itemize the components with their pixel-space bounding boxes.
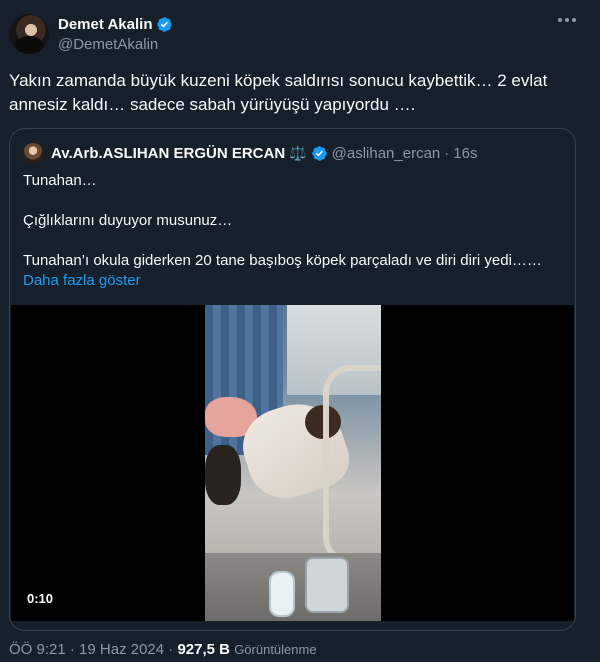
bottle	[269, 571, 295, 617]
tweet-footer: ÖÖ 9:21 · 19 Haz 2024 · 927,5 B Görüntül…	[9, 641, 317, 658]
show-more-link[interactable]: Daha fazla göster	[23, 271, 563, 291]
quoted-author-handle[interactable]: @aslihan_ercan	[332, 145, 441, 162]
video-frame	[205, 305, 381, 621]
quoted-text: Tunahan… Çığlıklarını duyuyor musunuz… T…	[23, 171, 563, 291]
scales-emoji-icon: ⚖️	[289, 144, 307, 161]
quoted-text-line: Tunahan’ı okula giderken 20 tane başıboş…	[23, 252, 542, 269]
verified-badge-icon	[157, 16, 173, 32]
dot-separator: ·	[168, 641, 174, 658]
verified-badge-icon	[311, 145, 327, 161]
quoted-tweet[interactable]: Av.Arb.ASLIHAN ERGÜN ERCAN ⚖️ @aslihan_e…	[9, 128, 576, 631]
more-horizontal-icon[interactable]	[558, 18, 576, 22]
quoted-time[interactable]: 16s	[453, 145, 477, 162]
author-handle[interactable]: @DemetAkalin	[58, 36, 173, 53]
video-duration: 0:10	[27, 591, 54, 606]
dot-separator: ·	[69, 641, 75, 658]
author-block: Demet Akalin @DemetAkalin	[58, 14, 173, 53]
post-date[interactable]: 19 Haz 2024	[79, 641, 164, 658]
quoted-text-line: Tunahan…	[23, 172, 97, 189]
tweet-text-line2: annesiz kaldı… sadece sabah yürüyüşü yap…	[9, 95, 416, 114]
quoted-text-line: Çığlıklarını duyuyor musunuz…	[23, 212, 233, 229]
quoted-avatar[interactable]	[23, 143, 43, 163]
author-name-row: Demet Akalin	[58, 14, 173, 34]
bed-rail	[323, 365, 381, 565]
visitor-figure	[205, 445, 241, 505]
quoted-tweet-header: Av.Arb.ASLIHAN ERGÜN ERCAN ⚖️ @aslihan_e…	[23, 143, 477, 163]
view-count: 927,5 B	[177, 641, 231, 658]
tweet-text: Yakın zamanda büyük kuzeni köpek saldırı…	[9, 69, 579, 117]
tweet-text-line1: Yakın zamanda büyük kuzeni köpek saldırı…	[9, 71, 548, 90]
medical-device	[305, 557, 349, 613]
dot-separator: ·	[444, 144, 450, 162]
post-time[interactable]: ÖÖ 9:21	[9, 641, 66, 658]
author-name[interactable]: Demet Akalin	[58, 16, 152, 33]
avatar[interactable]	[9, 14, 49, 54]
tweet: Demet Akalin @DemetAkalin Yakın zamanda …	[0, 0, 600, 662]
video-player[interactable]: 0:10	[11, 305, 574, 621]
quoted-author-name[interactable]: Av.Arb.ASLIHAN ERGÜN ERCAN	[51, 145, 285, 162]
views-label: Görüntülenme	[234, 642, 317, 657]
